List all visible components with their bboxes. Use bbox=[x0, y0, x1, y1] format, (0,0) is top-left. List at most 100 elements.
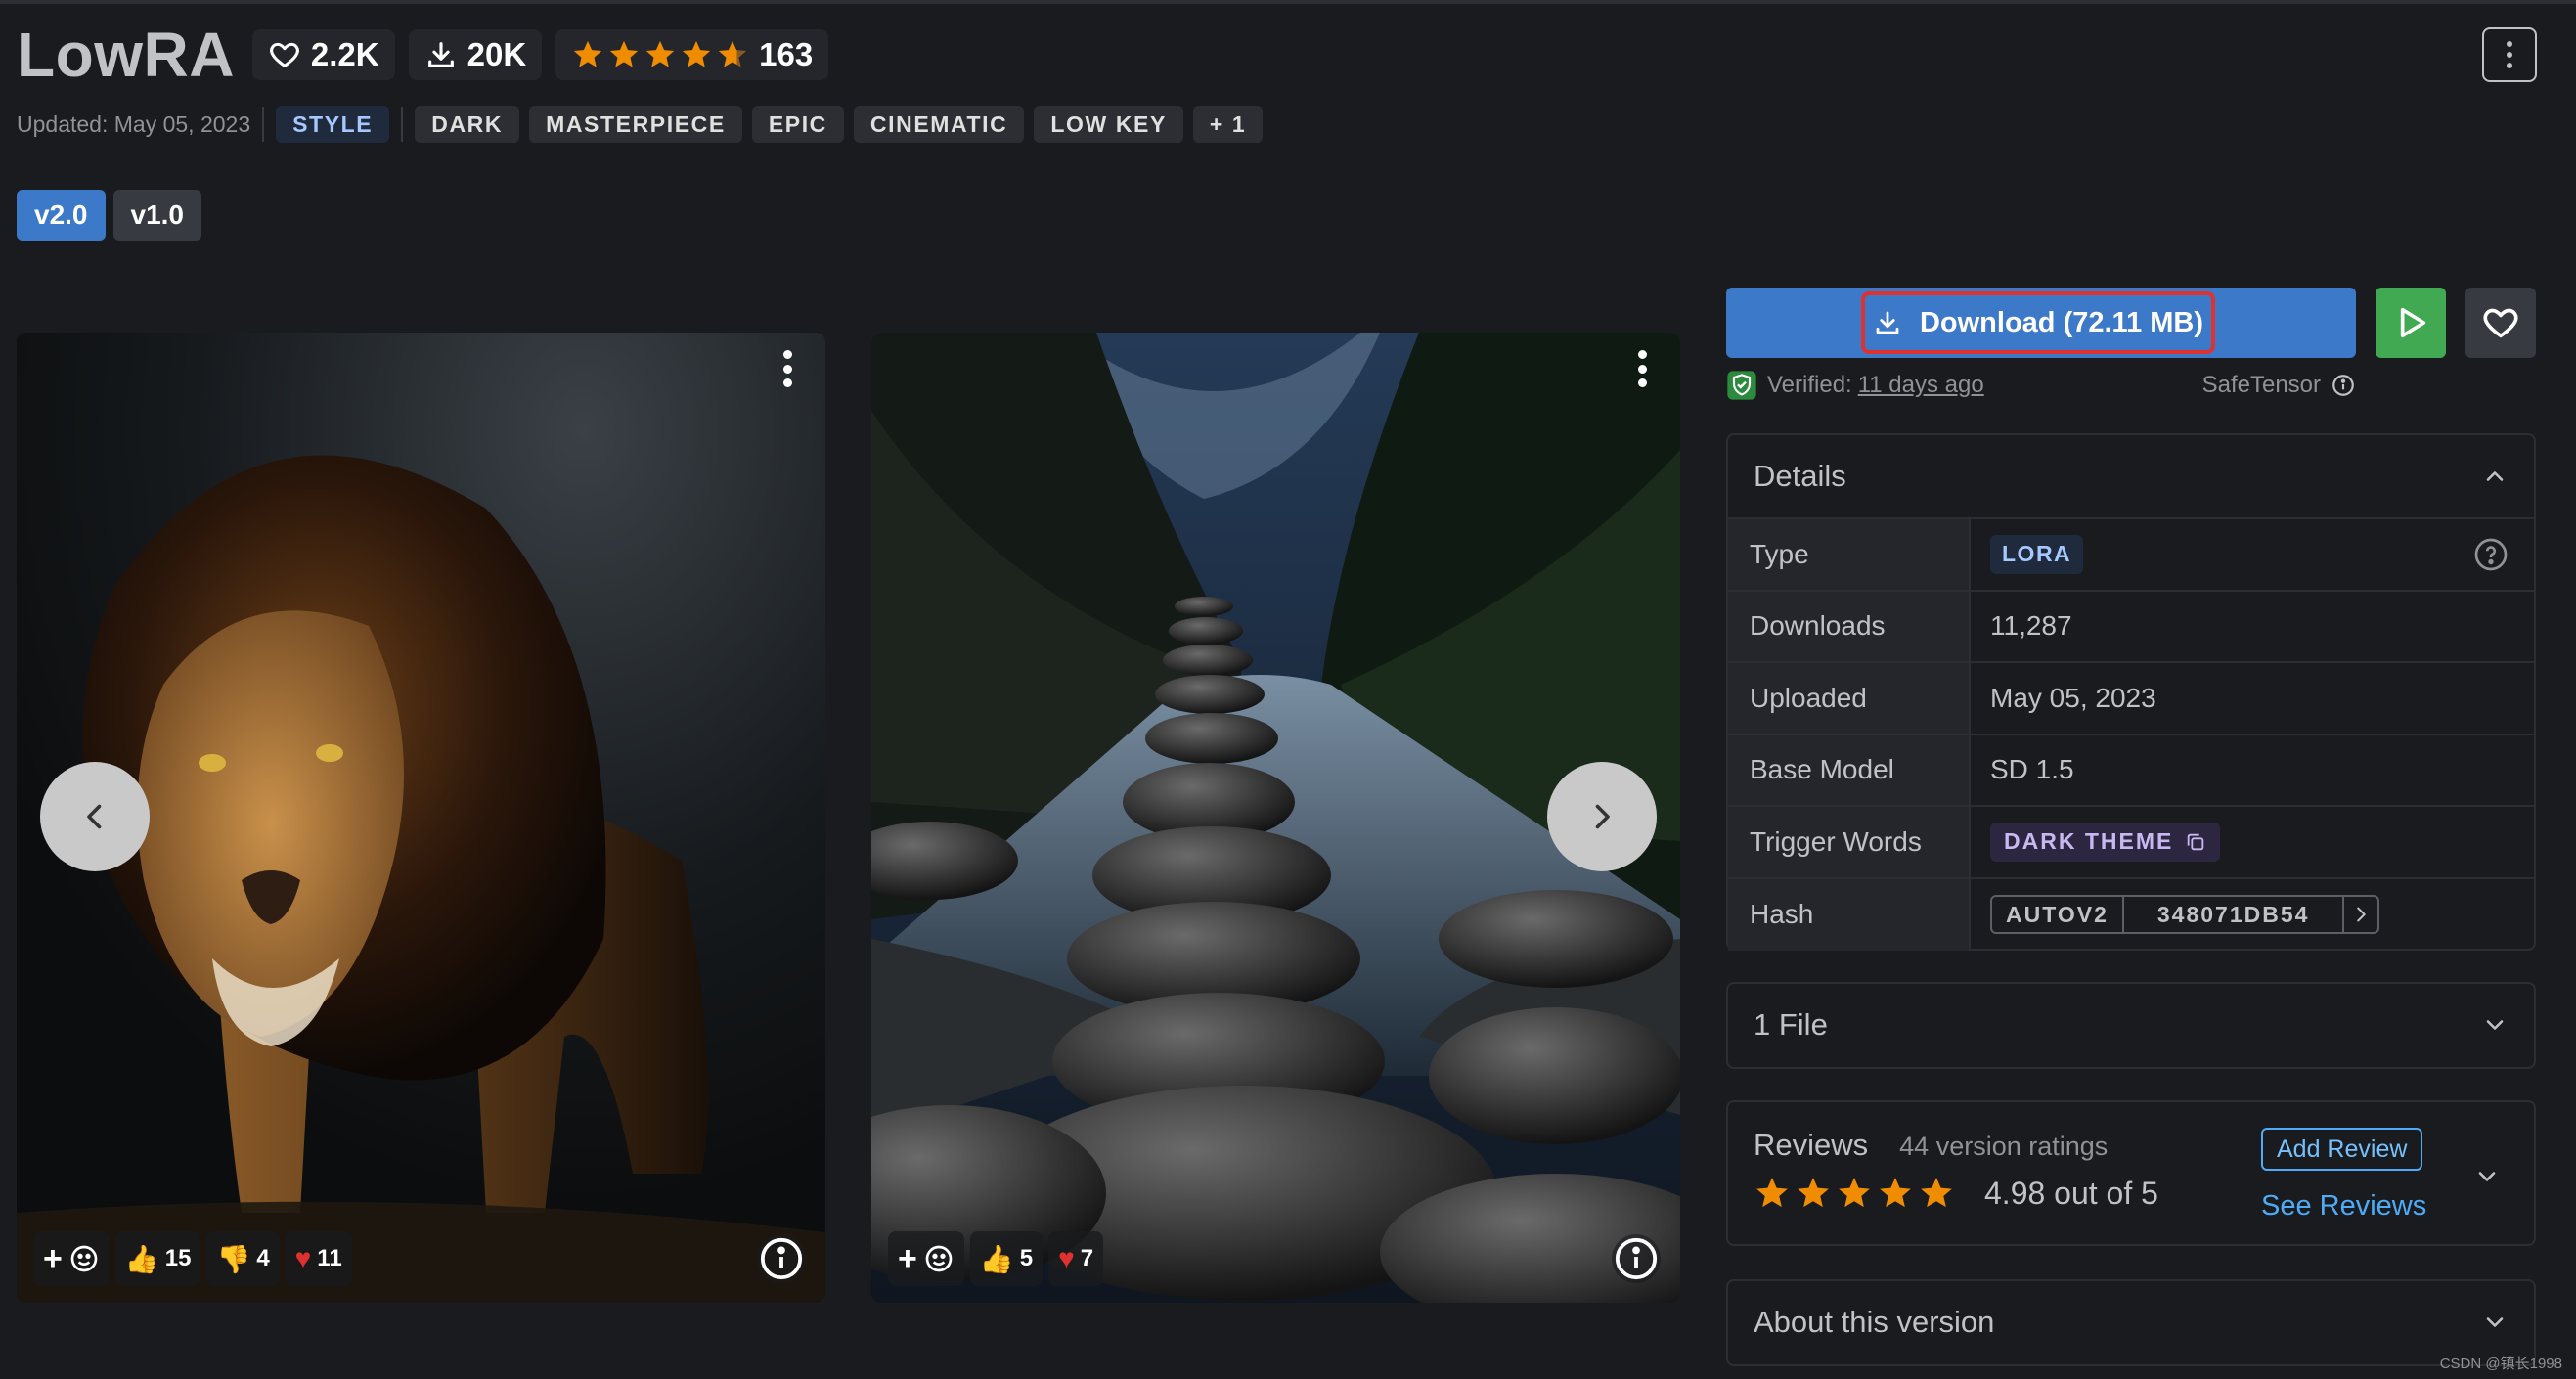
about-header[interactable]: About this version bbox=[1728, 1281, 2534, 1363]
heart-reaction[interactable]: ♥ 11 bbox=[285, 1231, 352, 1286]
tag-cinematic[interactable]: CINEMATIC bbox=[853, 106, 1025, 143]
add-reaction-button[interactable]: + bbox=[888, 1231, 964, 1286]
add-review-button[interactable]: Add Review bbox=[2261, 1128, 2423, 1171]
heart-count: 11 bbox=[317, 1245, 342, 1271]
kebab-icon bbox=[2507, 41, 2512, 68]
downloads-chip: 20K bbox=[408, 29, 543, 80]
image-info-button[interactable] bbox=[1612, 1234, 1661, 1283]
likes-count: 2.2K bbox=[310, 36, 379, 72]
run-button[interactable] bbox=[2376, 288, 2446, 358]
star-icon bbox=[1756, 1178, 1788, 1208]
rating-chip[interactable]: 163 bbox=[555, 29, 829, 80]
version-tab-v1[interactable]: v1.0 bbox=[112, 190, 201, 241]
table-row: Trigger Words DARK THEME bbox=[1728, 807, 2534, 879]
table-row: Uploaded May 05, 2023 bbox=[1728, 663, 2534, 735]
add-reaction-button[interactable]: + bbox=[33, 1231, 110, 1286]
about-panel[interactable]: About this version bbox=[1726, 1279, 2536, 1366]
table-row: Downloads 11,287 bbox=[1728, 591, 2534, 663]
table-row: Type LORA bbox=[1728, 519, 2534, 592]
row-value: LORA bbox=[1971, 519, 2534, 590]
star-icon bbox=[1839, 1178, 1870, 1208]
download-label: Download (72.11 MB) bbox=[1919, 306, 2204, 338]
chevron-down-icon bbox=[2486, 1020, 2504, 1030]
smiley-icon bbox=[925, 1245, 953, 1272]
thumbs-down-count: 4 bbox=[256, 1245, 270, 1271]
heart-reaction[interactable]: ♥ 7 bbox=[1048, 1231, 1104, 1286]
thumbs-down-icon: 👎 bbox=[216, 1243, 251, 1274]
download-button[interactable]: Download (72.11 MB) bbox=[1726, 288, 2356, 358]
details-table: Type LORA Downloads 11,287 Uploaded May … bbox=[1728, 517, 2534, 951]
row-value: May 05, 2023 bbox=[1990, 682, 2156, 713]
reviews-score: 4.98 out of 5 bbox=[1984, 1175, 2158, 1211]
see-reviews-link[interactable]: See Reviews bbox=[2261, 1190, 2426, 1223]
rating-count: 163 bbox=[759, 36, 814, 72]
chevron-down-icon[interactable] bbox=[2473, 1163, 2501, 1190]
reactions-bar: + 👍 15 👎 4 ♥ 11 bbox=[33, 1231, 352, 1286]
reactions-bar: + 👍 5 ♥ 7 bbox=[888, 1231, 1104, 1286]
about-title: About this version bbox=[1754, 1305, 1995, 1339]
heart-icon bbox=[270, 42, 299, 67]
details-header[interactable]: Details bbox=[1728, 435, 2534, 517]
model-header: LowRA 2.2K 20K 163 bbox=[17, 20, 829, 90]
image-info-button[interactable] bbox=[757, 1234, 806, 1283]
download-icon bbox=[1876, 311, 1899, 334]
star-icon bbox=[574, 40, 602, 67]
tag-dark[interactable]: DARK bbox=[415, 106, 520, 143]
trigger-word-badge[interactable]: DARK THEME bbox=[1990, 822, 2221, 862]
tag-style[interactable]: STYLE bbox=[276, 106, 390, 143]
reviews-panel: Reviews 44 version ratings 4.98 out of 5… bbox=[1726, 1100, 2536, 1246]
more-options-button[interactable] bbox=[2482, 27, 2537, 82]
carousel-prev-button[interactable] bbox=[40, 762, 150, 871]
chevron-right-icon bbox=[2357, 907, 2367, 922]
tag-low-key[interactable]: LOW KEY bbox=[1034, 106, 1183, 143]
thumbs-up-reaction[interactable]: 👍 15 bbox=[114, 1231, 201, 1286]
copy-icon[interactable] bbox=[2185, 831, 2206, 853]
verified-date-link[interactable]: 11 days ago bbox=[1858, 372, 1984, 399]
top-divider bbox=[0, 0, 2576, 4]
reviews-count: 44 version ratings bbox=[1899, 1132, 2109, 1161]
row-key: Trigger Words bbox=[1728, 807, 1971, 877]
star-icon bbox=[1921, 1178, 1952, 1208]
play-icon bbox=[2400, 307, 2426, 338]
info-icon bbox=[760, 1237, 803, 1280]
star-icon bbox=[683, 40, 711, 67]
divider bbox=[401, 107, 404, 142]
version-tab-v2[interactable]: v2.0 bbox=[17, 190, 106, 241]
tag-epic[interactable]: EPIC bbox=[751, 106, 844, 143]
hash-type[interactable]: AUTOV2 bbox=[1992, 897, 2124, 933]
heart-count: 7 bbox=[1080, 1245, 1094, 1271]
carousel-next-button[interactable] bbox=[1547, 762, 1657, 871]
info-icon bbox=[1615, 1237, 1658, 1280]
likes-chip[interactable]: 2.2K bbox=[251, 29, 395, 80]
image-options-button[interactable] bbox=[773, 346, 802, 391]
files-header[interactable]: 1 File bbox=[1728, 984, 2534, 1066]
help-icon[interactable] bbox=[2473, 537, 2509, 572]
image-options-button[interactable] bbox=[1627, 346, 1657, 391]
info-icon[interactable] bbox=[2331, 373, 2356, 398]
hash-value[interactable]: 348071DB54 bbox=[2124, 897, 2345, 933]
trigger-word: DARK THEME bbox=[2004, 828, 2174, 855]
files-panel[interactable]: 1 File bbox=[1726, 982, 2536, 1069]
hash-field[interactable]: AUTOV2 348071DB54 bbox=[1990, 895, 2380, 935]
thumbs-up-count: 5 bbox=[1019, 1245, 1034, 1271]
row-key: Downloads bbox=[1728, 591, 1971, 661]
row-key: Hash bbox=[1728, 878, 1971, 951]
hash-next-button[interactable] bbox=[2344, 897, 2377, 932]
thumbs-up-reaction[interactable]: 👍 5 bbox=[969, 1231, 1044, 1286]
chevron-up-icon bbox=[2486, 471, 2504, 481]
tag-masterpiece[interactable]: MASTERPIECE bbox=[529, 106, 742, 143]
chevron-left-icon bbox=[87, 804, 102, 829]
row-value: SD 1.5 bbox=[1990, 754, 2074, 785]
table-row: Base Model SD 1.5 bbox=[1728, 734, 2534, 807]
version-selector: v2.0 v1.0 bbox=[17, 190, 201, 241]
thumbs-up-icon: 👍 bbox=[124, 1243, 159, 1274]
heart-icon: ♥ bbox=[1058, 1243, 1075, 1273]
favorite-button[interactable] bbox=[2465, 288, 2536, 358]
smiley-icon bbox=[70, 1245, 98, 1272]
model-title: LowRA bbox=[17, 20, 235, 90]
download-button-label-highlight[interactable]: Download (72.11 MB) bbox=[1861, 291, 2215, 354]
meta-row: Updated: May 05, 2023 STYLE DARK MASTERP… bbox=[17, 105, 1264, 144]
more-tags-button[interactable]: + 1 bbox=[1192, 106, 1264, 143]
thumbs-down-reaction[interactable]: 👎 4 bbox=[206, 1231, 280, 1286]
rating-stars bbox=[571, 38, 749, 71]
